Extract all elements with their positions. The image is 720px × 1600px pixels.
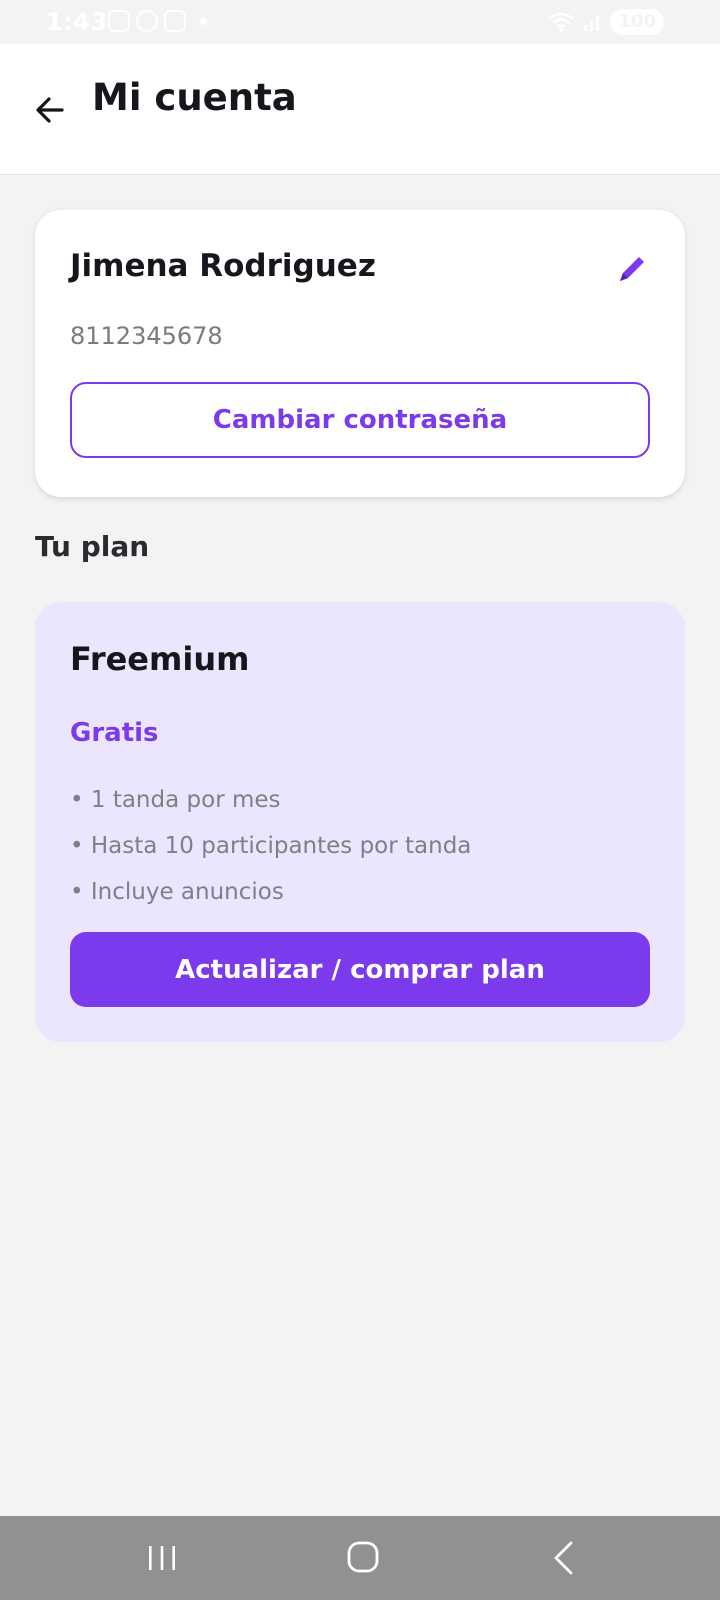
status-bar: 1:43 100	[0, 0, 720, 44]
recents-icon[interactable]	[146, 1542, 178, 1574]
wifi-icon	[548, 12, 575, 32]
screenshot-notification-icon	[108, 10, 130, 32]
battery-indicator: 100	[610, 9, 664, 35]
signal-icon	[584, 16, 600, 31]
plan-feature-item: • Incluye anuncios	[70, 879, 284, 905]
user-phone: 8112345678	[70, 322, 223, 350]
plan-features-list: • 1 tanda por mes • Hasta 10 participant…	[70, 780, 471, 918]
home-icon[interactable]	[346, 1540, 380, 1574]
notification-icons	[108, 10, 207, 32]
upgrade-plan-button[interactable]: Actualizar / comprar plan	[70, 932, 650, 1007]
plan-price: Gratis	[70, 718, 159, 748]
app-bar: Mi cuenta	[0, 44, 720, 175]
pencil-icon[interactable]	[613, 250, 651, 288]
plan-feature-item: • 1 tanda por mes	[70, 787, 281, 813]
more-notifications-dot-icon	[200, 17, 207, 25]
chevron-left-icon[interactable]	[551, 1540, 577, 1576]
plan-feature-item: • Hasta 10 participantes por tanda	[70, 833, 472, 859]
system-navigation-bar	[0, 1516, 720, 1600]
status-right: 100	[548, 9, 664, 35]
whatsapp-notification-icon	[136, 10, 158, 32]
page-title: Mi cuenta	[92, 76, 297, 119]
status-time: 1:43	[46, 8, 108, 36]
plan-section-title: Tu plan	[35, 530, 150, 563]
user-name: Jimena Rodriguez	[70, 248, 376, 284]
change-password-button[interactable]: Cambiar contraseña	[70, 382, 650, 458]
arrow-left-icon[interactable]	[30, 90, 70, 130]
account-card: Jimena Rodriguez 8112345678 Cambiar cont…	[35, 210, 685, 497]
plan-name: Freemium	[70, 640, 250, 678]
app-notification-icon	[164, 10, 186, 32]
plan-card: Freemium Gratis • 1 tanda por mes • Hast…	[35, 602, 685, 1042]
